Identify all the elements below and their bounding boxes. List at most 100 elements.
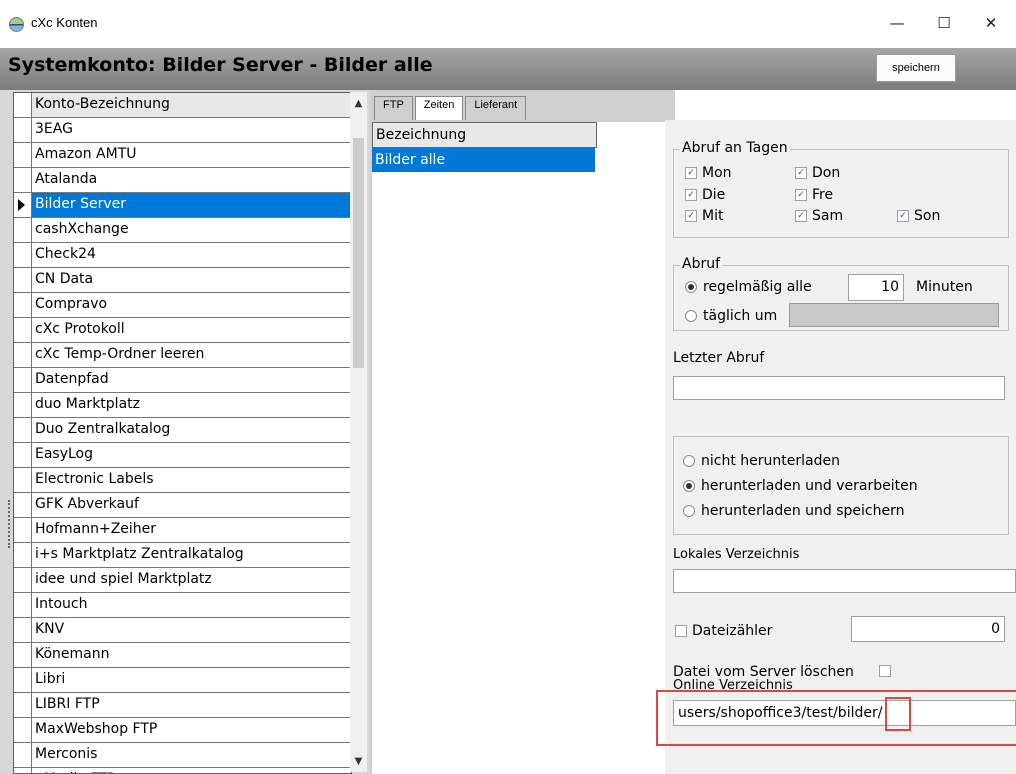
- day-checkbox-fre[interactable]: ✓ Fre: [795, 187, 833, 203]
- row-indicator: [14, 268, 32, 292]
- account-row[interactable]: Compravo: [14, 293, 351, 318]
- accounts-scrollbar[interactable]: ▲ ▼: [350, 92, 367, 772]
- minimize-button[interactable]: —: [874, 6, 920, 40]
- account-row[interactable]: i+s Marktplatz Zentralkatalog: [14, 543, 351, 568]
- scroll-thumb[interactable]: [353, 138, 364, 368]
- checkmark-icon: ✓: [685, 189, 697, 201]
- day-checkbox-don[interactable]: ✓ Don: [795, 165, 840, 181]
- account-name: cXc Temp-Ordner leeren: [32, 343, 351, 367]
- checkmark-icon: ✓: [897, 210, 909, 222]
- account-name: KNV: [32, 618, 351, 642]
- row-indicator: [14, 468, 32, 492]
- account-row[interactable]: MaxWebshop FTP: [14, 718, 351, 743]
- account-row[interactable]: Bilder Server: [14, 193, 351, 218]
- account-row[interactable]: Merconis: [14, 743, 351, 768]
- row-indicator: [14, 393, 32, 417]
- account-row[interactable]: Libri: [14, 668, 351, 693]
- option-label: herunterladen und verarbeiten: [701, 478, 918, 494]
- file-counter-checkbox[interactable]: Dateizähler: [675, 623, 772, 639]
- tab-lieferant[interactable]: Lieferant: [465, 96, 527, 120]
- schedule-list-header[interactable]: Bezeichnung: [372, 122, 597, 148]
- day-checkbox-son[interactable]: ✓ Son: [897, 208, 940, 224]
- account-row[interactable]: Atalanda: [14, 168, 351, 193]
- checkmark-icon: ✓: [685, 167, 697, 179]
- splitter-handle[interactable]: [8, 500, 12, 548]
- radio-download-process[interactable]: herunterladen und verarbeiten: [683, 478, 918, 494]
- radio-dot-icon: [685, 310, 697, 322]
- row-indicator: [14, 618, 32, 642]
- option-label: nicht herunterladen: [701, 453, 840, 469]
- schedule-list-item[interactable]: Bilder alle: [372, 148, 595, 172]
- local-dir-input[interactable]: [673, 569, 1016, 593]
- day-checkbox-mon[interactable]: ✓ Mon: [685, 165, 732, 181]
- account-row[interactable]: CN Data: [14, 268, 351, 293]
- scroll-up-arrow-icon[interactable]: ▲: [350, 92, 367, 114]
- last-fetch-field[interactable]: [673, 376, 1005, 400]
- save-button[interactable]: speichern: [876, 54, 956, 82]
- tab-zeiten[interactable]: Zeiten: [414, 96, 464, 120]
- checkbox-icon: [675, 625, 687, 637]
- file-counter-label: Dateizähler: [692, 623, 773, 639]
- day-checkbox-mit[interactable]: ✓ Mit: [685, 208, 723, 224]
- window-title: cXc Konten: [31, 15, 98, 30]
- checkmark-icon: ✓: [685, 210, 697, 222]
- interval-input[interactable]: 10: [848, 274, 904, 301]
- tab-ftp[interactable]: FTP: [374, 96, 413, 120]
- account-row[interactable]: Amazon AMTU: [14, 143, 351, 168]
- radio-regular-label: regelmäßig alle: [703, 279, 812, 295]
- radio-daily[interactable]: täglich um: [685, 308, 777, 324]
- account-row[interactable]: nMedia FTP: [14, 768, 351, 773]
- checkbox-icon: [879, 665, 891, 677]
- account-row[interactable]: duo Marktplatz: [14, 393, 351, 418]
- checkmark-icon: ✓: [795, 167, 807, 179]
- account-row[interactable]: KNV: [14, 618, 351, 643]
- account-row[interactable]: cXc Temp-Ordner leeren: [14, 343, 351, 368]
- day-checkbox-die[interactable]: ✓ Die: [685, 187, 725, 203]
- column-header-konto[interactable]: Konto-Bezeichnung: [32, 93, 351, 117]
- account-row[interactable]: EasyLog: [14, 443, 351, 468]
- day-checkbox-sam[interactable]: ✓ Sam: [795, 208, 843, 224]
- tab-bar: FTP Zeiten Lieferant: [374, 96, 528, 120]
- account-row[interactable]: cXc Protokoll: [14, 318, 351, 343]
- account-name: i+s Marktplatz Zentralkatalog: [32, 543, 351, 567]
- schedule-list: Bezeichnung Bilder alle: [372, 122, 666, 774]
- account-row[interactable]: 3EAG: [14, 118, 351, 143]
- account-row[interactable]: Check24: [14, 243, 351, 268]
- day-label: Fre: [812, 187, 834, 203]
- account-name: 3EAG: [32, 118, 351, 142]
- delete-from-server-checkbox[interactable]: [879, 665, 896, 677]
- row-indicator: [14, 243, 32, 267]
- row-indicator: [14, 143, 32, 167]
- close-button[interactable]: ✕: [968, 6, 1014, 40]
- account-row[interactable]: Datenpfad: [14, 368, 351, 393]
- radio-no-download[interactable]: nicht herunterladen: [683, 453, 840, 469]
- checkmark-icon: ✓: [795, 210, 807, 222]
- account-row[interactable]: idee und spiel Marktplatz: [14, 568, 351, 593]
- radio-regular[interactable]: regelmäßig alle: [685, 279, 812, 295]
- daily-time-input[interactable]: [789, 303, 999, 327]
- row-indicator: [14, 193, 32, 217]
- current-row-arrow-icon: [18, 199, 25, 211]
- row-indicator: [14, 218, 32, 242]
- radio-dot-icon: [683, 480, 695, 492]
- account-row[interactable]: Intouch: [14, 593, 351, 618]
- scroll-down-arrow-icon[interactable]: ▼: [350, 750, 367, 772]
- row-indicator: [14, 568, 32, 592]
- account-name: Amazon AMTU: [32, 143, 351, 167]
- account-name: Atalanda: [32, 168, 351, 192]
- day-label: Mit: [702, 208, 724, 224]
- account-row[interactable]: GFK Abverkauf: [14, 493, 351, 518]
- account-row[interactable]: Electronic Labels: [14, 468, 351, 493]
- account-row[interactable]: Könemann: [14, 643, 351, 668]
- radio-download-save[interactable]: herunterladen und speichern: [683, 503, 904, 519]
- option-label: herunterladen und speichern: [701, 503, 905, 519]
- row-indicator: [14, 518, 32, 542]
- account-row[interactable]: Duo Zentralkatalog: [14, 418, 351, 443]
- account-name: CN Data: [32, 268, 351, 292]
- maximize-button[interactable]: ☐: [921, 6, 967, 40]
- file-counter-input[interactable]: 0: [851, 616, 1005, 642]
- account-row[interactable]: cashXchange: [14, 218, 351, 243]
- account-row[interactable]: LIBRI FTP: [14, 693, 351, 718]
- account-row[interactable]: Hofmann+Zeiher: [14, 518, 351, 543]
- account-name: duo Marktplatz: [32, 393, 351, 417]
